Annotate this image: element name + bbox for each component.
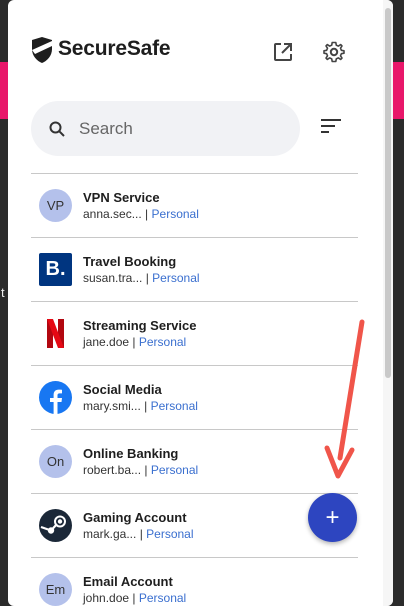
external-link-icon[interactable]: [271, 40, 295, 64]
folder-tag: Personal: [152, 271, 200, 285]
list-item[interactable]: Streaming Service jane.doe | Personal: [31, 302, 358, 366]
search-field[interactable]: [31, 101, 300, 156]
sort-icon[interactable]: [320, 117, 342, 135]
search-icon: [49, 121, 65, 137]
folder-tag: Personal: [138, 591, 187, 605]
folder-tag: Personal: [151, 207, 199, 221]
item-subtitle: susan.tra... | Personal: [83, 271, 200, 285]
item-title: Gaming Account: [83, 510, 187, 525]
item-subtitle: jane.doe | Personal: [83, 335, 187, 349]
list-item[interactable]: Em Email Account john.doe | Personal: [31, 558, 358, 606]
netflix-logo-icon: [47, 319, 64, 348]
app-brand: SecureSafe: [58, 37, 171, 60]
item-title: Online Banking: [83, 446, 179, 461]
item-subtitle: mark.ga... | Personal: [83, 527, 194, 541]
folder-tag: Personal: [146, 527, 194, 541]
item-subtitle: anna.sec... | Personal: [83, 207, 199, 221]
facebook-logo-icon: [39, 381, 72, 414]
item-title: Streaming Service: [83, 318, 197, 333]
header: SecureSafe: [8, 0, 383, 100]
list-item[interactable]: VP VPN Service anna.sec... | Personal: [31, 173, 358, 238]
avatar: Em: [39, 573, 72, 606]
folder-tag: Personal: [150, 463, 199, 477]
booking-logo-icon: B.: [39, 253, 72, 286]
scrollbar-thumb[interactable]: [385, 8, 391, 378]
folder-tag: Personal: [150, 399, 198, 413]
avatar: On: [39, 445, 72, 478]
item-title: Email Account: [83, 574, 173, 589]
add-item-button[interactable]: +: [308, 493, 357, 542]
search-input[interactable]: [77, 117, 281, 140]
gear-icon[interactable]: [322, 40, 346, 64]
shield-logo-icon: [32, 37, 52, 63]
background-text: t: [1, 285, 5, 300]
list-item[interactable]: On Online Banking robert.ba... | Persona…: [31, 430, 358, 494]
vault-item-list: VP VPN Service anna.sec... | Personal B.…: [31, 173, 358, 606]
list-item[interactable]: B. Travel Booking susan.tra... | Persona…: [31, 238, 358, 302]
avatar: VP: [39, 189, 72, 222]
item-subtitle: john.doe | Personal: [83, 591, 187, 605]
item-subtitle: mary.smi... | Personal: [83, 399, 198, 413]
steam-logo-icon: [39, 509, 72, 542]
list-item[interactable]: Social Media mary.smi... | Personal: [31, 366, 358, 430]
item-title: VPN Service: [83, 190, 160, 205]
item-subtitle: robert.ba... | Personal: [83, 463, 199, 477]
extension-popup: SecureSafe VP VPN Service anna.sec... | …: [8, 0, 393, 606]
item-title: Social Media: [83, 382, 162, 397]
folder-tag: Personal: [138, 335, 187, 349]
item-title: Travel Booking: [83, 254, 177, 269]
